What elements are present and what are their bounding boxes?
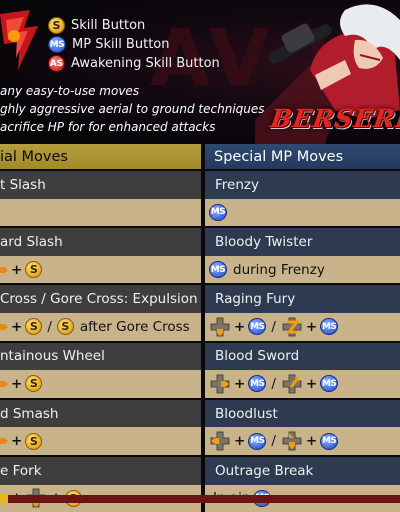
class-description: any easy-to-use moves ghly aggressive ae… (0, 82, 265, 136)
column-header-special-moves: ial Moves (0, 144, 201, 169)
move-input (0, 198, 201, 227)
table-row: e Fork Outrage Break (0, 456, 400, 485)
move-name: Raging Fury (205, 285, 400, 313)
or-separator: / (47, 318, 52, 335)
plus-sign: + (11, 318, 23, 335)
move-input: MS (205, 198, 400, 227)
plus-sign: + (305, 375, 318, 392)
ms-button-icon: MS (320, 432, 339, 450)
move-input: + MS / + MS (205, 312, 400, 341)
or-separator: / (271, 318, 276, 335)
next-row-icon-edge (0, 494, 8, 503)
next-row-edge (0, 495, 400, 503)
plus-sign: + (11, 375, 23, 392)
legend-label: MP Skill Button (72, 37, 170, 52)
ms-button-icon: MS (209, 203, 227, 221)
move-name: Bloody Twister (205, 228, 400, 256)
move-name: d Smash (0, 399, 201, 428)
ms-button-icon: MS (209, 261, 227, 279)
table-row: MS (0, 198, 400, 227)
plus-sign: + (305, 433, 318, 450)
ms-button-icon: MS (248, 432, 267, 450)
dpad-right-icon (210, 374, 230, 394)
dpad-left-icon (210, 431, 230, 451)
legend-row-skill: S Skill Button (48, 16, 220, 35)
s-button-icon: S (25, 318, 43, 336)
s-button-icon: S (25, 261, 43, 279)
dpad-up-right-icon (282, 374, 302, 394)
legend-label: Awakening Skill Button (71, 56, 220, 71)
table-header: ial Moves Special MP Moves (0, 144, 400, 169)
game-logo-icon (0, 10, 38, 70)
move-name: ard Slash (0, 228, 201, 256)
column-header-special-mp-moves: Special MP Moves (205, 144, 400, 169)
arrow-icon (0, 438, 8, 445)
move-input: + MS / + MS (205, 427, 400, 455)
arrow-icon (0, 323, 8, 330)
input-note: after Gore Cross (79, 318, 190, 335)
plus-sign: + (11, 433, 23, 450)
table-row: + S / S after Gore Cross + MS / + MS (0, 312, 400, 341)
or-separator: / (271, 375, 276, 392)
move-name: ntainous Wheel (0, 342, 201, 371)
move-name: Bloodlust (205, 399, 400, 428)
s-button-icon: S (25, 432, 43, 450)
table-row: + S + MS / + MS (0, 427, 400, 455)
description-line: any easy-to-use moves (0, 84, 140, 98)
ms-button-icon: MS (320, 318, 339, 336)
class-title: BERSERKE (268, 104, 400, 133)
arrow-icon (0, 380, 8, 387)
move-input: + S / S after Gore Cross (0, 312, 201, 341)
move-name: Frenzy (205, 171, 400, 199)
move-name: Blood Sword (205, 342, 400, 371)
move-name: e Fork (0, 456, 201, 485)
ms-button-icon: MS (48, 36, 66, 53)
s-button-icon: S (25, 375, 43, 393)
plus-sign: + (234, 433, 246, 450)
s-button-icon: S (48, 17, 65, 34)
dpad-hold-icon (282, 431, 302, 451)
button-legend: S Skill Button MS MP Skill Button AS Awa… (48, 16, 220, 73)
table-row: + S + MS / + MS (0, 370, 400, 398)
moves-table: ial Moves Special MP Moves t Slash Frenz… (0, 144, 400, 512)
move-name: t Slash (0, 171, 201, 199)
ms-button-icon: MS (248, 318, 267, 336)
move-input: + S (0, 427, 201, 455)
table-row: d Smash Bloodlust (0, 399, 400, 428)
move-input: + S (0, 255, 201, 284)
or-separator: / (271, 433, 276, 450)
table-row: t Slash Frenzy (0, 171, 400, 199)
as-button-icon: AS (48, 55, 65, 72)
plus-sign: + (234, 375, 246, 392)
plus-sign: + (305, 318, 318, 335)
description-line: acrifice HP for for enhanced attacks (0, 120, 216, 134)
legend-row-awakening: AS Awakening Skill Button (48, 54, 220, 73)
header-banner: AV WR S Skill Button MS MP Skill Button … (0, 0, 400, 144)
table-row: + S MS during Frenzy (0, 255, 400, 284)
ms-button-icon: MS (248, 375, 267, 393)
arrow-icon (0, 266, 8, 273)
s-button-icon: S (56, 318, 74, 336)
description-line: ghly aggressive aerial to ground techniq… (0, 102, 265, 116)
move-name: Cross / Gore Cross: Expulsion (0, 285, 201, 313)
table-row: Cross / Gore Cross: Expulsion Raging Fur… (0, 285, 400, 313)
table-row: ntainous Wheel Blood Sword (0, 342, 400, 371)
legend-label: Skill Button (71, 18, 146, 33)
dpad-down-icon (210, 317, 230, 337)
ms-button-icon: MS (320, 375, 339, 393)
plus-sign: + (11, 261, 23, 278)
table-row: ard Slash Bloody Twister (0, 228, 400, 256)
legend-row-mp-skill: MS MP Skill Button (48, 35, 220, 54)
move-input: + S (0, 370, 201, 398)
input-note: during Frenzy (233, 261, 325, 278)
move-input: + MS / + MS (205, 370, 400, 398)
move-name: Outrage Break (205, 456, 400, 485)
dpad-z-motion-icon (282, 317, 302, 337)
move-input: MS during Frenzy (205, 255, 400, 284)
plus-sign: + (234, 318, 246, 335)
